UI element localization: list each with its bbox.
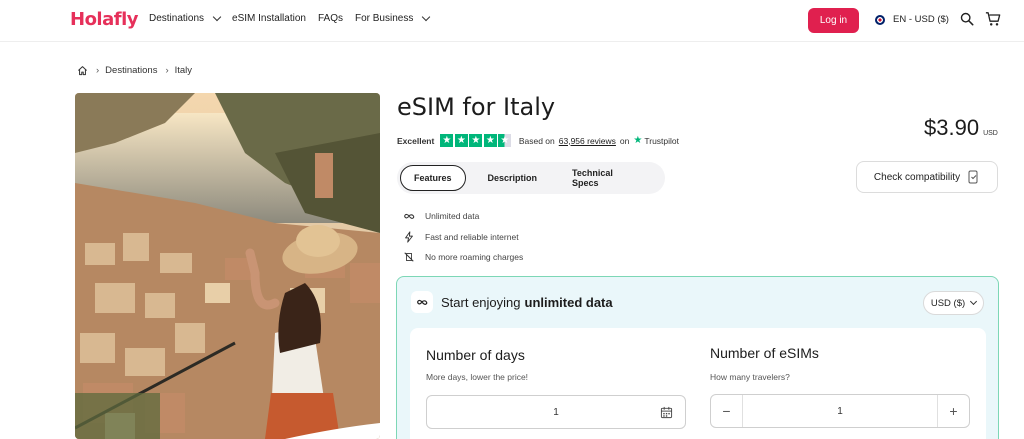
nav-for-business-label: For Business — [354, 13, 414, 24]
trustpilot-label[interactable]: Trustpilot — [644, 136, 679, 146]
product-tabs: Features Description Technical Specs — [397, 162, 665, 194]
reviews-link[interactable]: 63,956 reviews — [559, 136, 616, 146]
esims-quantity-stepper: − 1 + — [710, 394, 970, 428]
infinity-icon — [404, 214, 415, 220]
nav-esim-installation-label: eSIM Installation — [232, 13, 306, 24]
nav-for-business[interactable]: For Business — [354, 12, 431, 24]
breadcrumb: › Destinations › Italy — [77, 65, 192, 76]
price: $3.90 USD — [924, 115, 998, 141]
feature-list: Unlimited data Fast and reliable interne… — [403, 206, 523, 268]
chevron-down-icon — [970, 297, 978, 306]
on-text: on — [619, 135, 630, 146]
chevron-right-icon: › — [165, 65, 169, 76]
feature-item: No more roaming charges — [403, 247, 523, 268]
check-compatibility-label: Check compatibility — [873, 171, 961, 183]
currency-label: USD ($) — [930, 297, 966, 309]
cart-icon[interactable] — [985, 11, 1001, 27]
days-value: 1 — [553, 406, 559, 418]
price-value: $3.90 — [924, 115, 980, 140]
tab-technical-specs[interactable]: Technical Specs — [559, 165, 653, 191]
rating-label: Excellent — [397, 135, 435, 146]
chevron-right-icon: › — [96, 65, 100, 76]
plan-heading-bold: unlimited data — [524, 294, 613, 310]
holafly-logo[interactable]: Holafly — [70, 9, 138, 30]
phone-check-icon — [968, 170, 978, 184]
nav-destinations[interactable]: Destinations — [149, 12, 222, 24]
decrease-button[interactable]: − — [711, 395, 743, 427]
language-selector[interactable]: EN - USD ($) — [875, 14, 949, 25]
days-subtitle: More days, lower the price! — [426, 372, 529, 382]
days-input[interactable]: 1 — [426, 395, 686, 429]
language-label: EN - USD ($) — [893, 14, 949, 25]
based-on-text: Based on — [518, 135, 555, 146]
nav-faqs[interactable]: FAQs — [318, 13, 343, 24]
plan-options-card: Number of days More days, lower the pric… — [410, 328, 986, 439]
page-title: eSIM for Italy — [397, 93, 556, 121]
feature-label: No more roaming charges — [425, 252, 524, 263]
esims-title: Number of eSIMs — [710, 345, 819, 361]
calendar-icon[interactable] — [660, 406, 673, 419]
plan-selector: Start enjoying unlimited data USD ($) Nu… — [396, 276, 999, 439]
esims-value[interactable]: 1 — [837, 406, 843, 417]
star-icon: ★ — [483, 134, 497, 147]
no-roaming-icon — [404, 252, 414, 262]
esims-subtitle: How many travelers? — [710, 372, 790, 382]
chevron-down-icon — [422, 12, 431, 22]
currency-select[interactable]: USD ($) — [923, 291, 984, 315]
nav-faqs-label: FAQs — [317, 13, 343, 24]
lightning-icon — [405, 231, 413, 243]
uk-flag-icon — [875, 14, 885, 25]
feature-item: Unlimited data — [403, 206, 523, 227]
infinity-icon — [411, 291, 433, 313]
price-currency: USD — [983, 130, 998, 137]
nav-esim-installation[interactable]: eSIM Installation — [232, 13, 306, 24]
star-icon: ★ — [440, 134, 454, 147]
login-button[interactable]: Log in — [808, 8, 859, 33]
feature-label: Fast and reliable internet — [425, 231, 519, 242]
italy-hero-image — [75, 93, 380, 439]
nav-destinations-label: Destinations — [149, 13, 205, 24]
tab-features[interactable]: Features — [400, 165, 466, 191]
feature-label: Unlimited data — [425, 211, 480, 222]
search-icon[interactable] — [960, 12, 974, 26]
breadcrumb-destinations[interactable]: Destinations — [105, 65, 157, 76]
home-icon[interactable] — [77, 65, 88, 76]
increase-button[interactable]: + — [937, 395, 969, 427]
rating-stars: ★ ★ ★ ★ ★ — [440, 134, 513, 147]
top-header: Holafly Destinations eSIM Installation F… — [0, 0, 1024, 42]
star-icon: ★ — [469, 134, 483, 147]
main-nav: Destinations eSIM Installation FAQs For … — [149, 12, 441, 24]
trustpilot-rating: Excellent ★ ★ ★ ★ ★ Based on 63,956 revi… — [397, 134, 679, 147]
check-compatibility-button[interactable]: Check compatibility — [856, 161, 998, 193]
breadcrumb-italy: Italy — [174, 65, 193, 76]
star-icon: ★ — [454, 134, 468, 147]
days-title: Number of days — [426, 347, 525, 363]
trustpilot-star-icon: ★ — [633, 135, 643, 146]
feature-item: Fast and reliable internet — [403, 227, 523, 248]
half-star-icon: ★ — [498, 134, 512, 147]
tab-description[interactable]: Description — [475, 165, 551, 191]
plan-heading: Start enjoying unlimited data — [411, 291, 613, 313]
plan-heading-prefix: Start enjoying — [441, 294, 521, 310]
chevron-down-icon — [212, 12, 222, 22]
